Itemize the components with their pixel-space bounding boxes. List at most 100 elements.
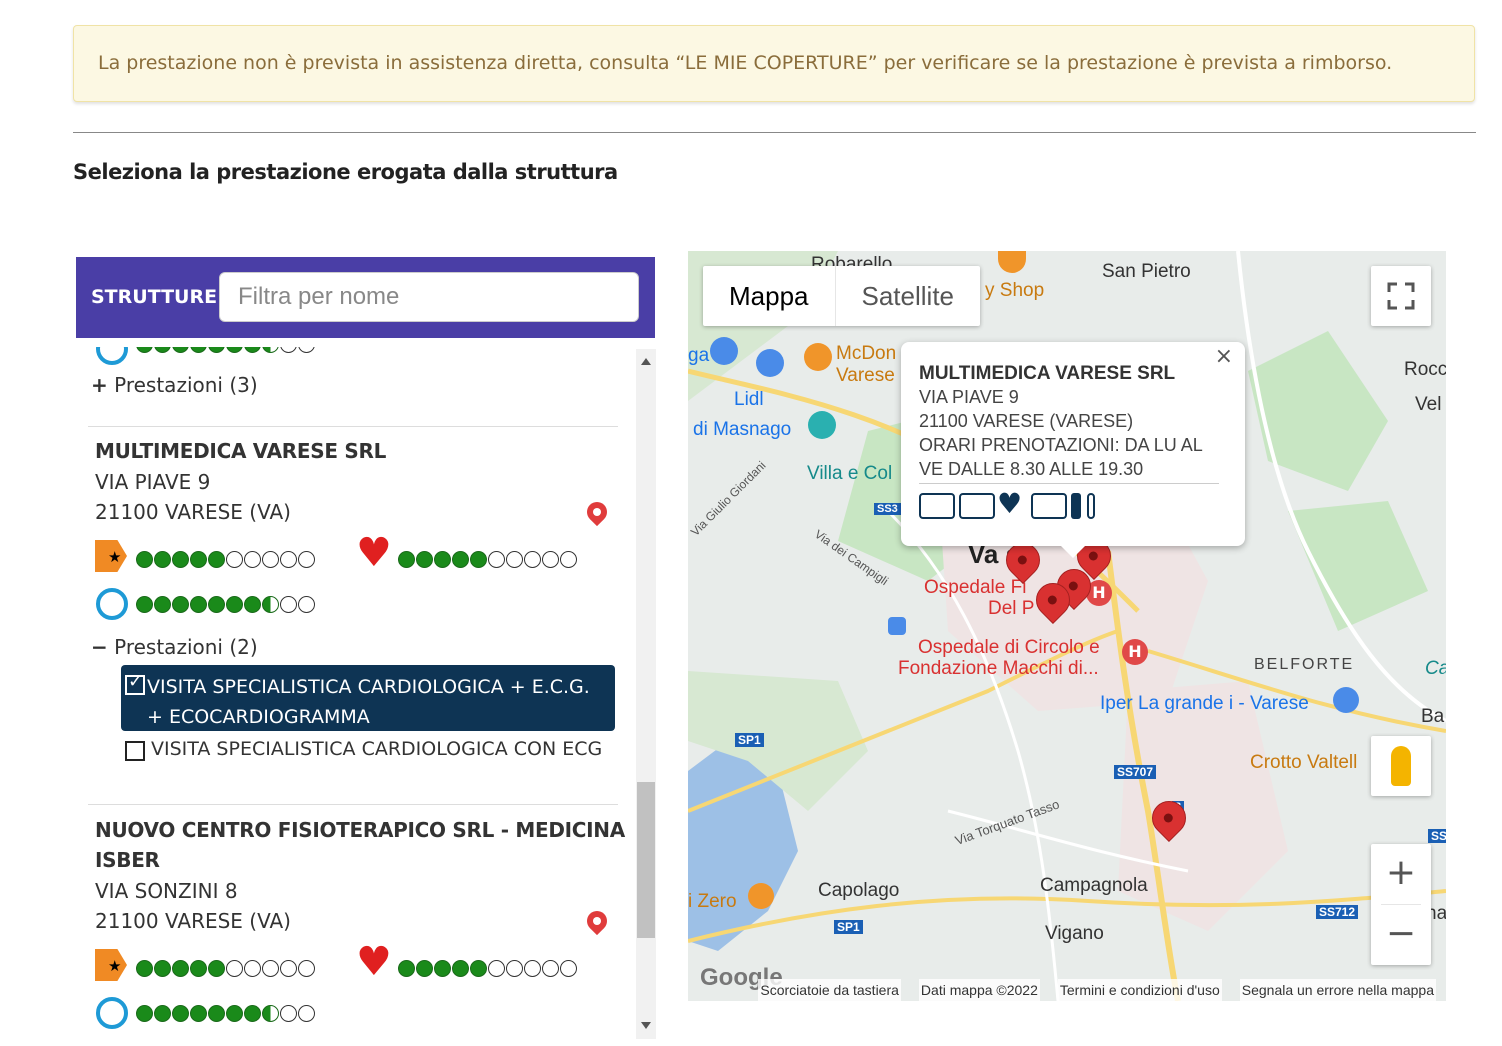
fullscreen-button[interactable]: [1371, 266, 1431, 326]
structure-address: VIA PIAVE 9: [95, 470, 211, 494]
map-pin-icon[interactable]: [582, 906, 612, 936]
map-data-label: Dati mappa ©2022: [918, 979, 1040, 1001]
divider: [73, 132, 1476, 133]
time-rating: [136, 596, 315, 613]
road-badge: SP1: [834, 920, 863, 934]
map-pin-icon[interactable]: [582, 497, 612, 527]
heart-icon: ♥: [356, 530, 392, 576]
map-label: Ba: [1421, 706, 1445, 727]
structure-name-line2: ISBER: [95, 848, 160, 872]
info-window-address: VIA PIAVE 9: [919, 387, 1019, 407]
zoom-control[interactable]: + −: [1371, 844, 1431, 965]
street-view-button[interactable]: [1371, 736, 1431, 796]
shopping-cart-icon[interactable]: [1333, 687, 1359, 713]
map-label: Capolago: [818, 880, 900, 901]
map-label: Vigano: [1045, 923, 1104, 944]
map-label: Fondazione Macchi di...: [898, 658, 1099, 679]
hospital-icon[interactable]: H: [1122, 639, 1148, 665]
clock-icon: [96, 997, 128, 1029]
map-footer: Scorciatoie da tastiera Dati mappa ©2022…: [688, 979, 1446, 1001]
train-icon[interactable]: [888, 617, 906, 635]
map-label: Lidl: [734, 389, 764, 410]
tools-icon: [1087, 493, 1095, 519]
close-icon[interactable]: ×: [1215, 344, 1233, 369]
filter-by-name-input[interactable]: Filtra per nome: [219, 272, 639, 322]
clock-icon: [96, 588, 128, 620]
coverage-alert: La prestazione non è prevista in assiste…: [73, 25, 1475, 102]
prestazioni-toggle[interactable]: − Prestazioni (2): [91, 635, 258, 659]
scroll-up-icon[interactable]: [641, 358, 651, 365]
road-badge: SS707: [1114, 765, 1157, 779]
monitor-icon: [959, 493, 995, 519]
map-type-mappa[interactable]: Mappa: [703, 266, 836, 326]
map-label: Ospedale Fi: [924, 577, 1027, 598]
road-badge: SP1: [735, 733, 764, 747]
structure-city: 21100 VARESE (VA): [95, 909, 291, 933]
report-error-link[interactable]: Segnala un errore nella mappa: [1239, 979, 1436, 1001]
star-icon: ★: [108, 548, 122, 566]
info-window-hours: ORARI PRENOTAZIONI: DA LU AL: [919, 435, 1203, 455]
checkbox-checked[interactable]: ✓: [125, 671, 145, 695]
tooth-icon: [1071, 493, 1081, 519]
map-type-satellite[interactable]: Satellite: [836, 266, 981, 326]
road-badge: SS712: [1316, 905, 1359, 919]
fullscreen-icon: [1387, 282, 1415, 310]
scanner-icon: [1031, 493, 1067, 519]
list-scrollbar[interactable]: [636, 349, 656, 1039]
restaurant-icon[interactable]: [804, 343, 832, 371]
service-item-selected[interactable]: ✓ VISITA SPECIALISTICA CARDIOLOGICA + E.…: [121, 665, 615, 731]
scroll-down-icon[interactable]: [641, 1022, 651, 1029]
checkbox-unchecked[interactable]: [125, 741, 145, 761]
info-window-divider: [919, 483, 1219, 484]
satisfaction-rating: [398, 960, 577, 977]
road-badge: SS3: [874, 503, 901, 515]
structures-list[interactable]: + Prestazioni (3) MULTIMEDICA VARESE SRL…: [76, 347, 656, 1040]
zoom-out-button[interactable]: −: [1371, 905, 1431, 965]
map-label: Iper La grande i - Varese: [1100, 693, 1309, 714]
info-window-hours: VE DALLE 8.30 ALLE 19.30: [919, 459, 1144, 479]
service-label: VISITA SPECIALISTICA CARDIOLOGICA + E.C.…: [147, 676, 590, 728]
road-badge: SS: [1428, 829, 1446, 843]
time-rating: [136, 347, 315, 353]
info-window: × MULTIMEDICA VARESE SRL VIA PIAVE 9 211…: [901, 342, 1245, 558]
structures-panel-header: STRUTTURE Filtra per nome: [76, 257, 655, 338]
scroll-thumb[interactable]: [637, 782, 655, 938]
price-rating: [136, 551, 315, 568]
structure-city: 21100 VARESE (VA): [95, 500, 291, 524]
map-type-control[interactable]: Mappa Satellite: [703, 266, 980, 326]
map-label: BELFORTE: [1254, 656, 1355, 673]
restaurant-icon[interactable]: [748, 883, 774, 909]
pegman-icon: [1391, 746, 1411, 786]
map[interactable]: Robarello San Pietro y Shop McDon Varese…: [688, 251, 1446, 1001]
section-title: Seleziona la prestazione erogata dalla s…: [73, 160, 618, 184]
terms-link[interactable]: Termini e condizioni d'uso: [1057, 979, 1222, 1001]
map-label: Rocc: [1404, 359, 1446, 380]
museum-icon[interactable]: [808, 411, 836, 439]
map-label: Campagnola: [1040, 875, 1148, 896]
map-label: McDon: [836, 343, 897, 364]
heart-ecg-icon: ♥: [997, 487, 1023, 520]
map-label: Villa e Col: [807, 463, 893, 484]
info-window-title: MULTIMEDICA VARESE SRL: [919, 363, 1176, 384]
list-separator: [88, 426, 618, 427]
structure-name-line1: NUOVO CENTRO FISIOTERAPICO SRL - MEDICIN…: [95, 818, 625, 842]
keyboard-shortcuts-link[interactable]: Scorciatoie da tastiera: [758, 979, 901, 1001]
map-label: San Pietro: [1102, 261, 1191, 282]
map-label: Del P: [988, 598, 1035, 619]
satisfaction-rating: [398, 551, 577, 568]
map-label: Crotto Valtell: [1250, 752, 1358, 773]
map-label: Vel: [1415, 394, 1442, 415]
map-label: y Shop: [985, 280, 1045, 301]
ultrasound-icon: [919, 493, 955, 519]
time-rating: [136, 1005, 315, 1022]
list-separator: [88, 804, 618, 805]
star-icon: ★: [108, 957, 122, 975]
map-label: i Zero: [688, 891, 737, 912]
zoom-in-button[interactable]: +: [1371, 844, 1431, 904]
structure-name: MULTIMEDICA VARESE SRL: [95, 439, 387, 463]
shopping-cart-icon[interactable]: [710, 337, 738, 365]
shopping-cart-icon[interactable]: [756, 349, 784, 377]
map-label: Ca: [1425, 658, 1446, 679]
prev-prestazioni-toggle[interactable]: + Prestazioni (3): [91, 373, 258, 397]
structure-address: VIA SONZINI 8: [95, 879, 238, 903]
